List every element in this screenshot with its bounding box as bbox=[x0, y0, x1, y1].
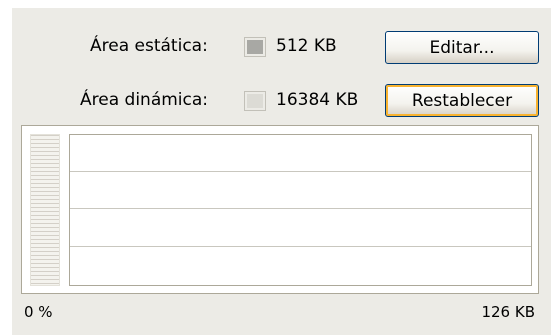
static-area-label: Área estática: bbox=[90, 36, 208, 56]
static-area-color-fill bbox=[247, 40, 263, 54]
reset-button[interactable]: Restablecer bbox=[385, 84, 539, 117]
dynamic-area-label: Área dinámica: bbox=[80, 90, 209, 110]
usage-graph bbox=[69, 134, 532, 286]
memory-usage-view bbox=[21, 125, 539, 294]
graph-gridline bbox=[70, 208, 531, 209]
graph-gridline bbox=[70, 246, 531, 247]
dynamic-area-size: 16384 KB bbox=[276, 90, 359, 110]
dynamic-area-color-fill bbox=[247, 94, 263, 108]
static-area-size: 512 KB bbox=[276, 36, 337, 56]
usage-meter-bar bbox=[30, 134, 60, 286]
graph-gridline bbox=[70, 171, 531, 172]
static-area-color-swatch bbox=[244, 37, 266, 57]
memory-settings-window: Área estática: 512 KB Editar... Área din… bbox=[0, 0, 551, 335]
usage-percent-label: 0 % bbox=[24, 303, 53, 321]
edit-button[interactable]: Editar... bbox=[385, 31, 539, 64]
dynamic-area-color-swatch bbox=[244, 91, 266, 111]
usage-size-label: 126 KB bbox=[481, 303, 535, 321]
